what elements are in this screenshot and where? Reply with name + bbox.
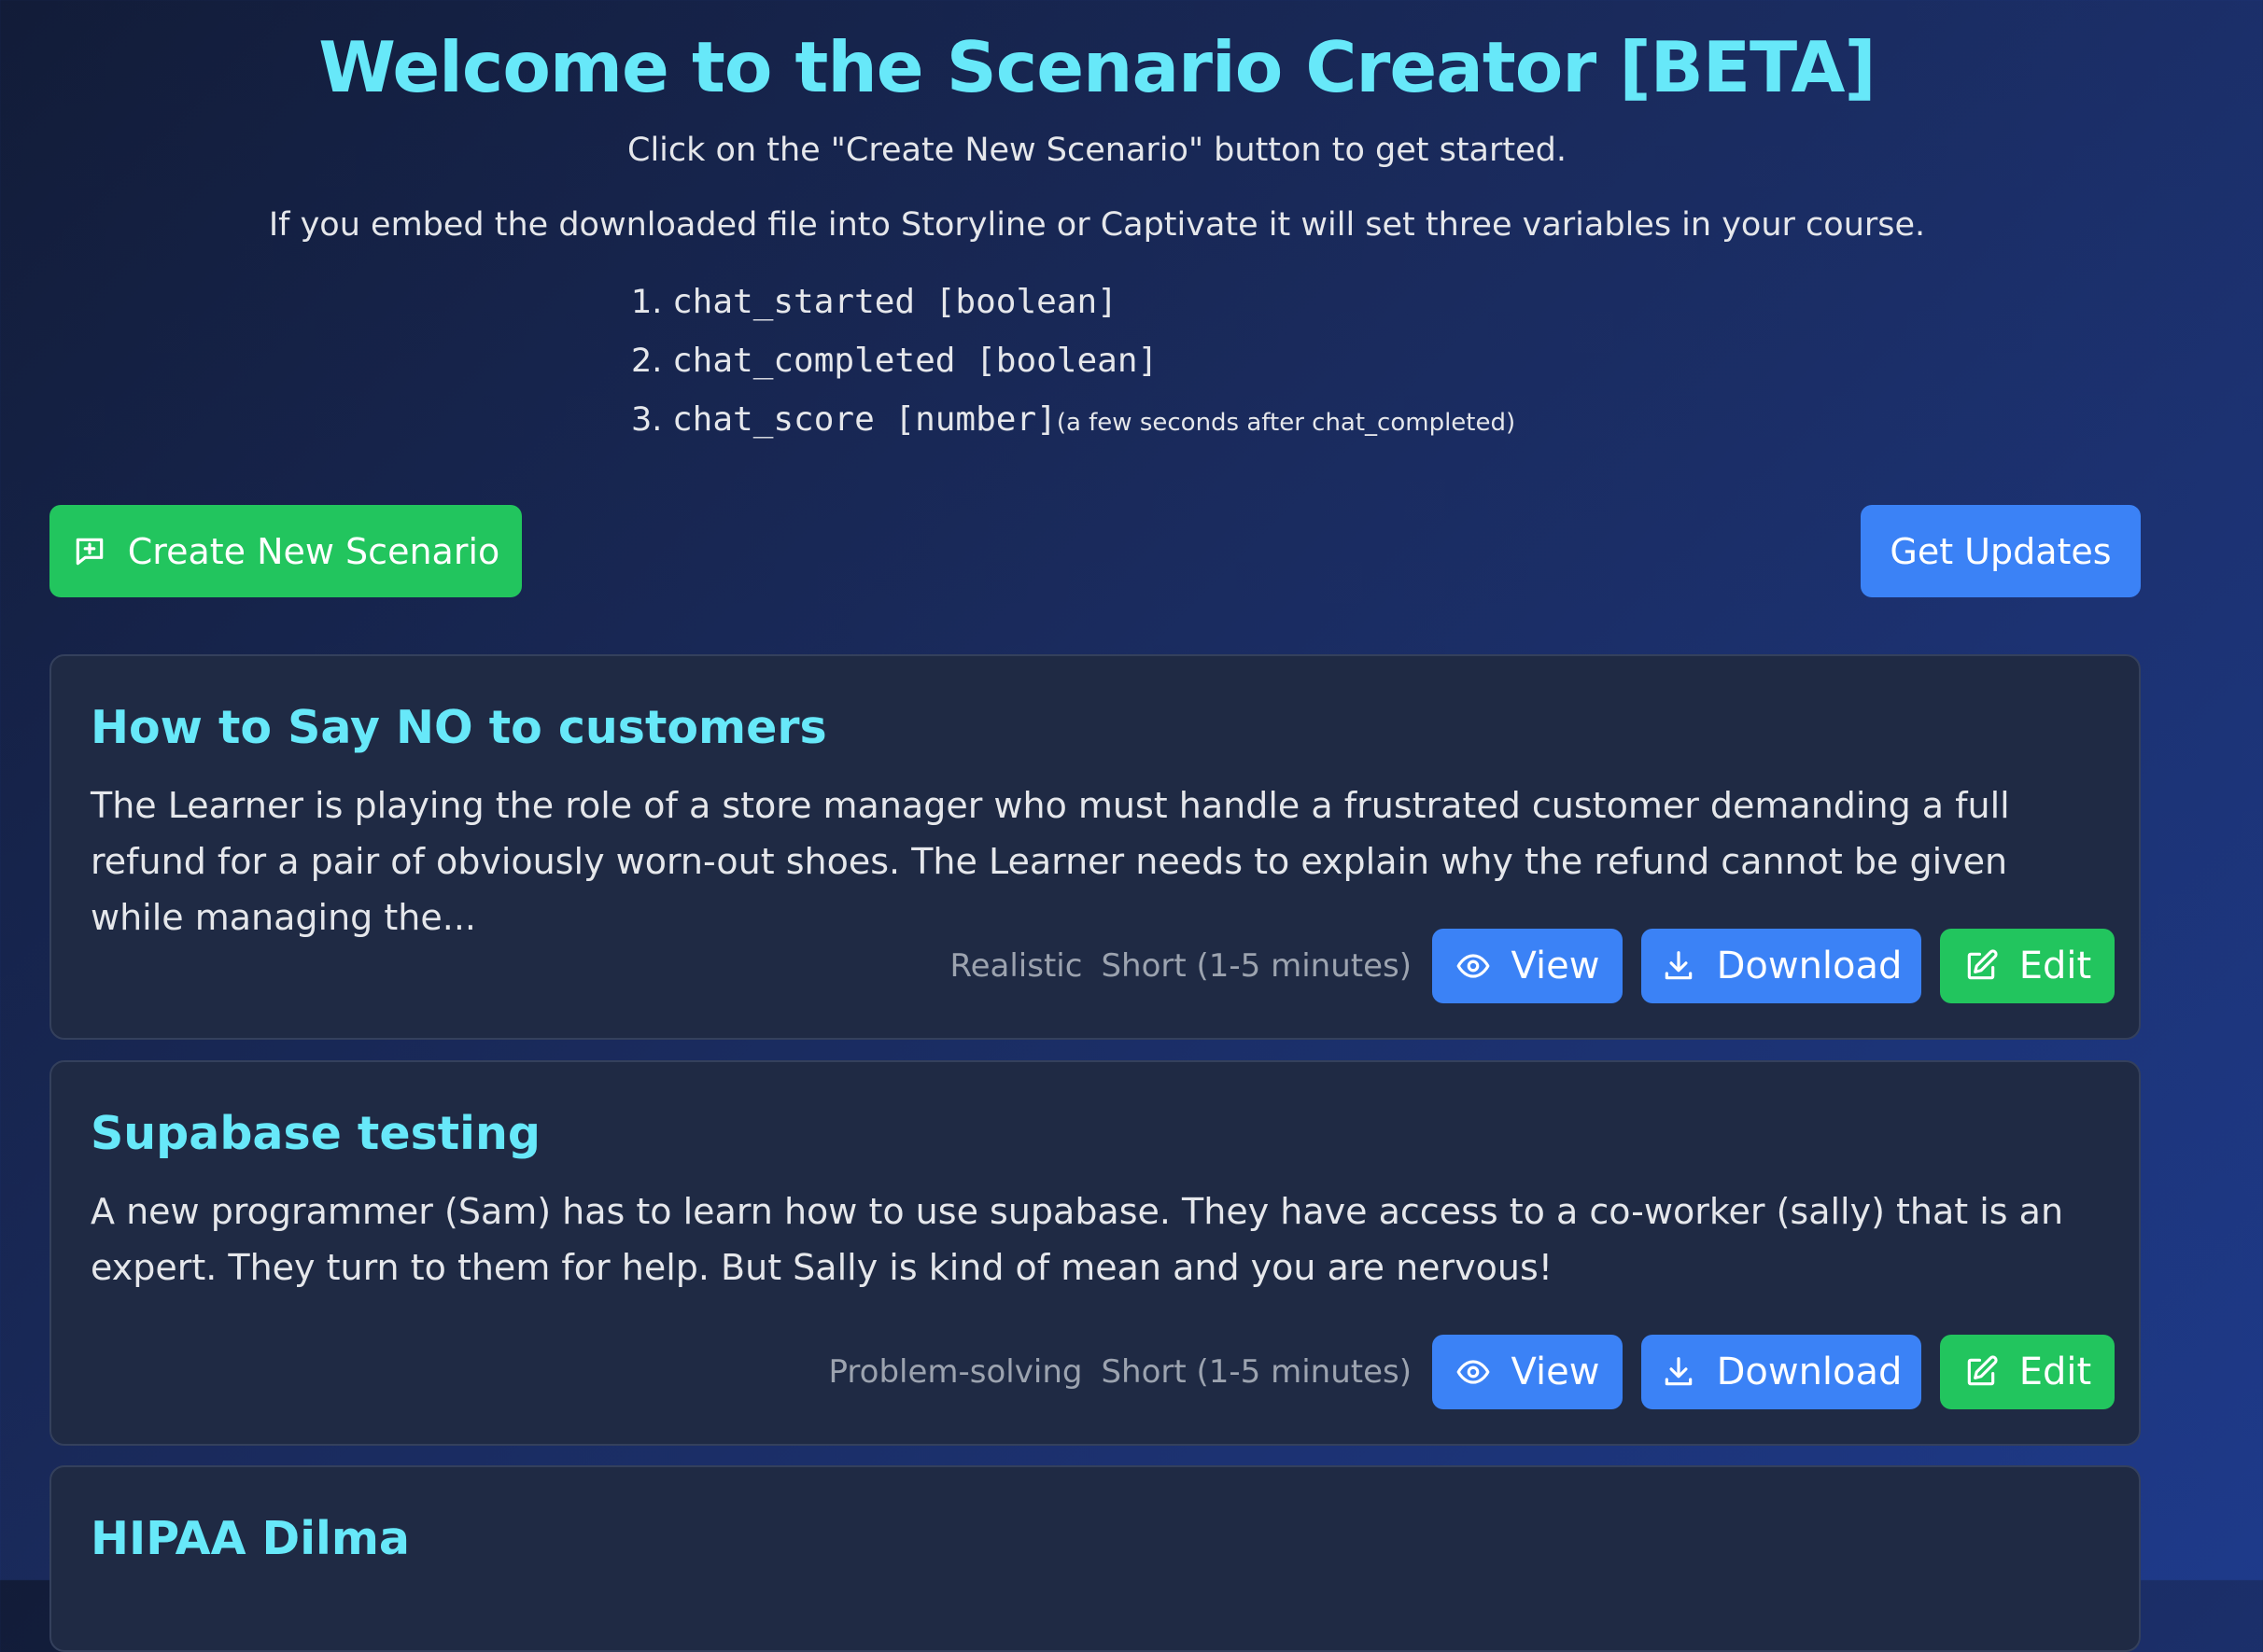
page-title: Welcome to the Scenario Creator [BETA] — [318, 26, 1876, 108]
scenario-actions: Realistic Short (1-5 minutes) View Downlo… — [950, 929, 2115, 1003]
download-button[interactable]: Download — [1641, 929, 1921, 1003]
edit-button[interactable]: Edit — [1940, 1335, 2115, 1409]
list-number: 2. — [631, 343, 663, 380]
scenario-actions: Problem-solving Short (1-5 minutes) View … — [829, 1335, 2115, 1409]
list-number: 1. — [631, 284, 663, 321]
scenario-title: How to Say NO to customers — [91, 701, 827, 754]
scenario-title: Supabase testing — [91, 1107, 541, 1160]
list-item: 3. chat_score [number](a few seconds afte… — [631, 390, 1515, 449]
scenario-style: Problem-solving — [828, 1353, 1083, 1391]
scenario-style: Realistic — [949, 947, 1083, 985]
variable-code: chat_started [boolean] — [672, 283, 1117, 321]
download-label: Download — [1716, 945, 1903, 987]
get-updates-button[interactable]: Get Updates — [1861, 505, 2141, 597]
download-label: Download — [1716, 1351, 1903, 1393]
edit-label: Edit — [2018, 1351, 2092, 1393]
view-button[interactable]: View — [1432, 1335, 1623, 1409]
list-item: 2. chat_completed [boolean] — [631, 331, 1515, 390]
scenario-card: How to Say NO to customers The Learner i… — [49, 654, 2141, 1040]
create-new-scenario-button[interactable]: Create New Scenario — [49, 505, 522, 597]
get-updates-label: Get Updates — [1890, 530, 2112, 572]
eye-icon — [1455, 948, 1491, 984]
message-plus-icon — [72, 534, 107, 569]
download-icon — [1661, 948, 1696, 984]
scenario-description: The Learner is playing the role of a sto… — [91, 785, 2010, 938]
scenario-length: Short (1-5 minutes) — [1101, 947, 1412, 985]
download-icon — [1661, 1354, 1696, 1390]
scenario-meta: Realistic Short (1-5 minutes) — [950, 947, 1412, 985]
scenario-meta: Problem-solving Short (1-5 minutes) — [829, 1353, 1412, 1391]
edit-button[interactable]: Edit — [1940, 929, 2115, 1003]
variable-note: (a few seconds after chat_completed) — [1056, 409, 1516, 437]
variable-code: chat_score [number] — [672, 400, 1057, 439]
edit-icon — [1963, 948, 1999, 984]
variable-code: chat_completed [boolean] — [672, 342, 1159, 380]
view-button[interactable]: View — [1432, 929, 1623, 1003]
view-label: View — [1511, 945, 1600, 987]
list-item: 1. chat_started [boolean] — [631, 273, 1515, 331]
create-new-scenario-label: Create New Scenario — [127, 530, 500, 572]
list-number: 3. — [631, 401, 663, 439]
intro-text: Click on the "Create New Scenario" butto… — [627, 132, 1567, 169]
edit-label: Edit — [2018, 945, 2092, 987]
download-button[interactable]: Download — [1641, 1335, 1921, 1409]
view-label: View — [1511, 1351, 1600, 1393]
scenario-description: A new programmer (Sam) has to learn how … — [91, 1191, 2064, 1288]
scenario-title: HIPAA Dilma — [91, 1512, 410, 1565]
variable-list: 1. chat_started [boolean] 2. chat_complete… — [631, 273, 1515, 449]
embed-note-text: If you embed the downloaded file into St… — [268, 206, 1926, 244]
eye-icon — [1455, 1354, 1491, 1390]
scenario-length: Short (1-5 minutes) — [1101, 1353, 1412, 1391]
scenario-card: HIPAA Dilma — [49, 1465, 2141, 1652]
edit-icon — [1963, 1354, 1999, 1390]
scenario-card: Supabase testing A new programmer (Sam) … — [49, 1060, 2141, 1446]
